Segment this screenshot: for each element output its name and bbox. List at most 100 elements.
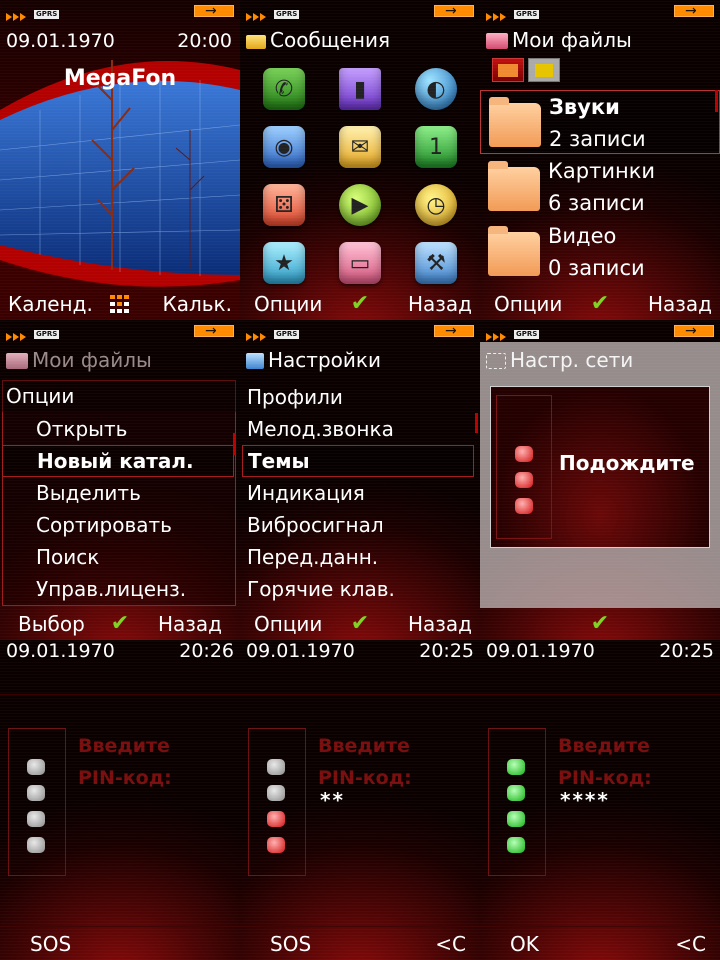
battery-icon xyxy=(674,322,714,340)
progress-indicator xyxy=(496,395,552,539)
check-icon[interactable]: ✔ xyxy=(591,288,609,320)
list-item[interactable]: Звуки 2 записи xyxy=(480,90,720,154)
settings-item[interactable]: Индикация xyxy=(240,477,480,509)
scrollbar[interactable] xyxy=(475,413,478,433)
menu-item-files[interactable]: ▭ xyxy=(322,234,398,292)
softkey-left[interactable]: Выбор xyxy=(18,608,85,640)
settings-item[interactable]: Перед.данн. xyxy=(240,541,480,573)
signal-icon xyxy=(486,326,512,341)
clear-button[interactable]: <C xyxy=(675,928,706,960)
menu-item-alarm[interactable]: ◷ xyxy=(398,176,474,234)
check-icon[interactable]: ✔ xyxy=(351,608,369,640)
title-bar: Сообщения xyxy=(240,26,480,54)
softkey-bar: Календ. Кальк. xyxy=(0,288,240,320)
clear-button[interactable]: <C xyxy=(435,928,466,960)
wrench-icon: ⚒ xyxy=(415,242,457,284)
date-text: 09.01.1970 xyxy=(486,640,595,662)
menu-item-organizer[interactable]: 1 xyxy=(398,118,474,176)
menu-item-contacts[interactable]: ▮ xyxy=(322,60,398,118)
pin-dot xyxy=(27,785,45,801)
menu-item-settings[interactable]: ⚒ xyxy=(398,234,474,292)
softkey-right[interactable]: Назад xyxy=(648,288,712,320)
date-text: 09.01.1970 xyxy=(6,640,115,662)
grid-dots-icon[interactable] xyxy=(109,294,131,314)
check-icon[interactable]: ✔ xyxy=(351,288,369,320)
envelope-icon: ✉ xyxy=(339,126,381,168)
folder-icon xyxy=(6,353,28,369)
menu-item-selected[interactable]: Новый катал. xyxy=(2,445,234,477)
softkey-right[interactable]: Назад xyxy=(408,608,472,640)
tab-memory-card[interactable] xyxy=(528,58,560,82)
check-icon[interactable]: ✔ xyxy=(111,608,129,640)
menu-item-messages[interactable]: ✉ xyxy=(322,118,398,176)
softkey-bar: Выбор ✔ Назад xyxy=(0,608,240,640)
list-item[interactable]: Видео 0 записи xyxy=(480,220,720,284)
status-bar: GPRS xyxy=(240,0,480,22)
settings-screen: GPRS Настройки Профили Мелод.звонка Темы… xyxy=(240,320,480,640)
battery-icon xyxy=(674,2,714,20)
check-icon[interactable]: ✔ xyxy=(591,608,609,640)
phone-icon: ✆ xyxy=(263,68,305,110)
menu-item[interactable]: Поиск xyxy=(0,541,240,573)
item-count: 6 записи xyxy=(548,191,645,215)
clock-icon: ◷ xyxy=(415,184,457,226)
settings-item[interactable]: Профили xyxy=(240,381,480,413)
status-bar: GPRS xyxy=(240,320,480,342)
softkey-left[interactable]: Календ. xyxy=(8,288,93,320)
globe-icon: ◐ xyxy=(415,68,457,110)
menu-item-calls[interactable]: ✆ xyxy=(246,60,322,118)
pin-entry-screen: 09.01.1970 20:25 Введите PIN-код: ** SOS … xyxy=(240,640,480,960)
options-screen: GPRS Мои файлы Опции Открыть Новый катал… xyxy=(0,320,240,640)
ok-button[interactable]: OK xyxy=(510,928,539,960)
pin-indicator-box xyxy=(488,728,546,876)
settings-item[interactable]: Горячие клав. xyxy=(240,573,480,605)
softkey-right[interactable]: Назад xyxy=(408,288,472,320)
list-item[interactable]: Картинки 6 записи xyxy=(480,155,720,219)
menu-item-apps[interactable]: ★ xyxy=(246,234,322,292)
folder-icon xyxy=(488,161,540,211)
softkey-left[interactable]: Опции xyxy=(494,288,562,320)
contacts-icon: ▮ xyxy=(339,68,381,110)
settings-item-selected[interactable]: Темы xyxy=(242,445,474,477)
battery-icon xyxy=(194,2,234,20)
sos-button[interactable]: SOS xyxy=(30,928,71,960)
menu-item[interactable]: Открыть xyxy=(0,413,240,445)
pin-dot xyxy=(507,811,525,827)
menu-item-camera[interactable]: ◉ xyxy=(246,118,322,176)
settings-item[interactable]: Вибросигнал xyxy=(240,509,480,541)
menu-grid: ✆ ▮ ◐ ◉ ✉ 1 ⚄ ▶ ◷ ★ ▭ ⚒ xyxy=(246,60,474,292)
signal-icon xyxy=(6,6,32,21)
status-bar: GPRS xyxy=(0,320,240,342)
led-indicator xyxy=(515,446,533,462)
page-title: Мои файлы xyxy=(32,348,152,372)
softkey-left[interactable]: Опции xyxy=(254,608,322,640)
softkey-bar: SOS <C xyxy=(240,928,480,960)
storage-tabs xyxy=(492,58,564,84)
softkey-left[interactable]: Опции xyxy=(254,288,322,320)
pin-input[interactable]: ** xyxy=(320,788,345,812)
pin-input[interactable]: **** xyxy=(560,788,610,812)
scrollbar[interactable] xyxy=(715,90,718,112)
gprs-indicator: GPRS xyxy=(274,330,300,339)
menu-item-games[interactable]: ⚄ xyxy=(246,176,322,234)
settings-item[interactable]: Мелод.звонка xyxy=(240,413,480,445)
softkey-right[interactable]: Назад xyxy=(158,608,222,640)
scrollbar[interactable] xyxy=(233,433,236,455)
pin-entry-screen: 09.01.1970 20:25 Введите PIN-код: **** OK… xyxy=(480,640,720,960)
folder-icon xyxy=(486,33,508,49)
menu-item[interactable]: Управ.лиценз. xyxy=(0,573,240,605)
time-text: 20:00 xyxy=(177,30,232,52)
menu-item[interactable]: Выделить xyxy=(0,477,240,509)
pin-dot xyxy=(507,837,525,853)
wait-dialog: Подождите xyxy=(490,386,710,548)
menu-item[interactable]: Сортировать xyxy=(0,509,240,541)
star-box-icon: ★ xyxy=(263,242,305,284)
dice-icon: ⚄ xyxy=(263,184,305,226)
softkey-right[interactable]: Кальк. xyxy=(163,288,232,320)
sos-button[interactable]: SOS xyxy=(270,928,311,960)
tab-phone-memory[interactable] xyxy=(492,58,524,82)
menu-item-media[interactable]: ▶ xyxy=(322,176,398,234)
softkey-bar: Опции ✔ Назад xyxy=(240,608,480,640)
menu-item-internet[interactable]: ◐ xyxy=(398,60,474,118)
title-bar: Мои файлы xyxy=(480,26,720,54)
